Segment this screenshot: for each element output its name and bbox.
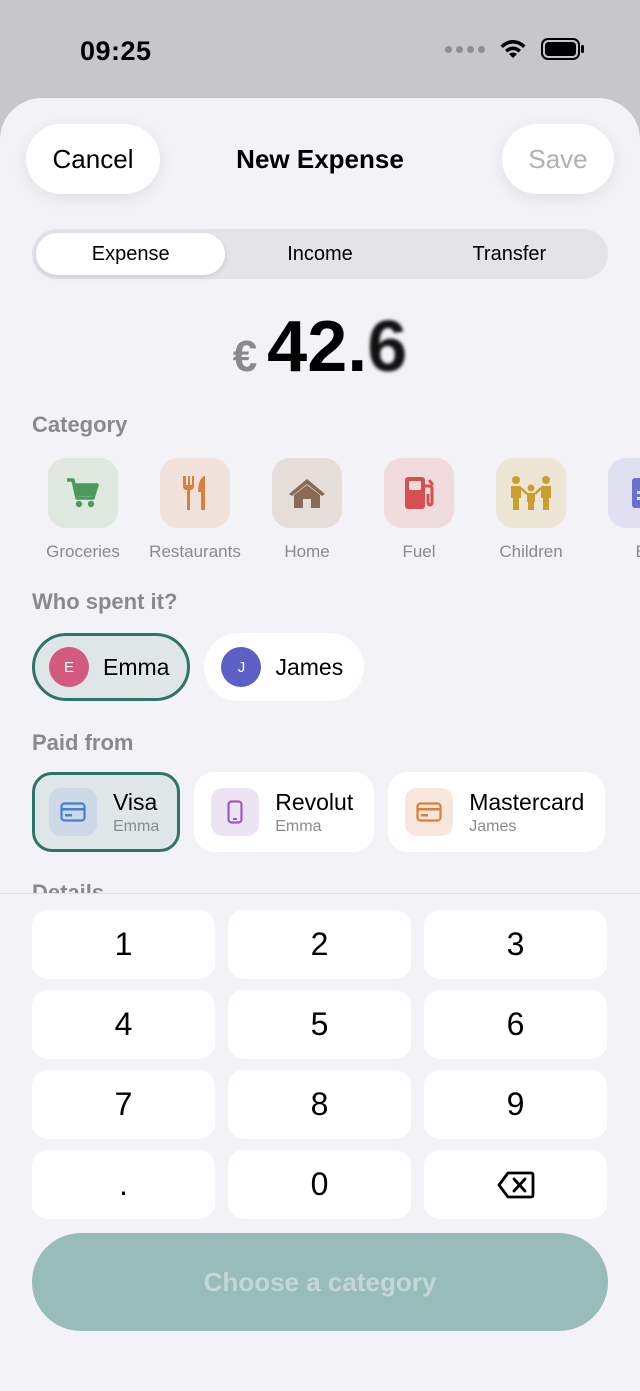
key-1[interactable]: 1 [32,910,215,979]
account-owner: Emma [113,817,160,835]
category-label-fuel: Fuel [402,542,436,561]
category-label-home: Home [284,542,330,561]
cellular-dots-icon [445,45,485,53]
account-name: Mastercard [469,788,585,815]
category-groceries[interactable]: Groceries [38,458,128,562]
currency-symbol: € [232,332,258,381]
amount-display: € 42. 6 [0,306,640,388]
account-revolut[interactable]: Revolut Emma [194,772,375,852]
wifi-icon [500,40,526,58]
category-label-restaurants: Restaurants [149,542,241,561]
status-bar: 09:25 [0,0,640,100]
new-expense-sheet: Cancel New Expense Save Expense Income T… [0,98,640,1391]
tab-transfer[interactable]: Transfer [415,233,604,275]
type-segmented-control: Expense Income Transfer [32,229,608,279]
account-name: Visa [113,788,158,815]
key-3[interactable]: 3 [424,910,607,979]
backspace-button[interactable] [424,1150,607,1219]
account-visa[interactable]: Visa Emma [32,772,181,852]
category-home[interactable]: Home [262,458,352,562]
key-7[interactable]: 7 [32,1070,215,1139]
card-icon [405,788,454,836]
family-icon [496,458,566,528]
battery-icon [541,38,584,60]
account-name: Revolut [275,788,354,815]
cart-icon [48,458,118,528]
category-label-groceries: Groceries [46,542,120,561]
avatar: E [49,647,89,687]
key-5[interactable]: 5 [228,990,411,1059]
key-4[interactable]: 4 [32,990,215,1059]
fork-knife-icon [160,458,230,528]
paid-from-label: Paid from [32,730,134,755]
key-9[interactable]: 9 [424,1070,607,1139]
amount-decimal: 6 [367,307,408,387]
number-keypad: 1 2 3 4 5 6 7 8 9 . 0 [32,910,608,1219]
key-0[interactable]: 0 [228,1150,411,1219]
category-children[interactable]: Children [486,458,576,562]
home-icon [272,458,342,528]
person-name: James [275,653,344,680]
status-icons [445,38,585,60]
tab-income[interactable]: Income [225,233,414,275]
account-owner: Emma [275,817,322,835]
category-restaurants[interactable]: Restaurants [149,458,241,562]
fuel-icon [384,458,454,528]
choose-category-button[interactable]: Choose a category [32,1233,608,1331]
account-mastercard[interactable]: Mastercard James [388,772,606,852]
category-label: Category [32,412,128,437]
amount-integer: 42. [267,307,368,387]
backspace-icon [497,1171,534,1198]
category-bills[interactable]: Bi [598,458,640,562]
key-decimal[interactable]: . [32,1150,215,1219]
keypad-area: 1 2 3 4 5 6 7 8 9 . 0 Choose a category [0,893,640,1391]
key-2[interactable]: 2 [228,910,411,979]
key-8[interactable]: 8 [228,1070,411,1139]
account-list: Visa Emma Revolut Emma Mastercard James [32,772,606,852]
tab-expense[interactable]: Expense [36,233,226,275]
who-spent-label: Who spent it? [32,589,178,614]
card-icon [49,788,97,836]
avatar: J [221,647,262,687]
person-list: E Emma J James [32,633,365,701]
category-label-bills: Bi [635,542,640,562]
person-chip-james[interactable]: J James [204,633,365,701]
person-name: Emma [103,653,170,680]
category-list: Groceries Restaurants Home Fuel Children [38,458,640,562]
bill-icon [608,458,640,528]
save-button[interactable]: Save [502,124,614,194]
status-time: 09:25 [80,36,152,66]
category-label-children: Children [499,542,563,561]
account-owner: James [469,817,517,835]
person-chip-emma[interactable]: E Emma [32,633,191,701]
category-fuel[interactable]: Fuel [374,458,464,562]
key-6[interactable]: 6 [424,990,607,1059]
phone-icon [211,788,260,836]
